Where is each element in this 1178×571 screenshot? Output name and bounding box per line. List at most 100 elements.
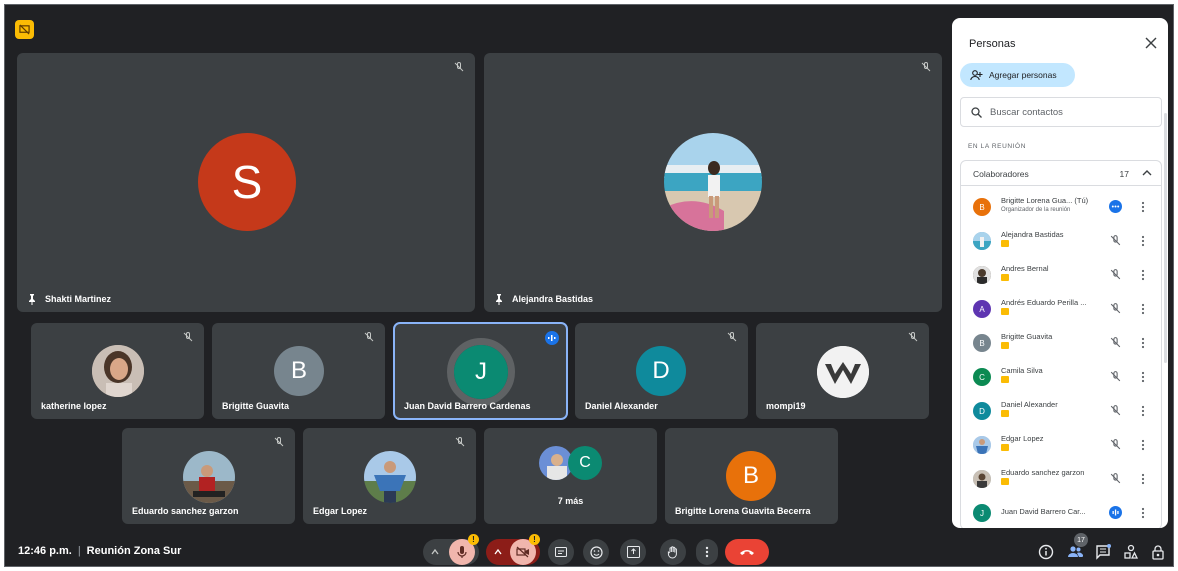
meeting-info: 12:46 p.m. | Reunión Zona Sur	[18, 545, 182, 557]
mic-off-icon	[727, 331, 737, 342]
more-vert-icon[interactable]	[1141, 405, 1145, 417]
emoji-button[interactable]	[583, 539, 609, 565]
info-icon[interactable]	[1038, 544, 1054, 560]
participant-tile[interactable]: katherine lopez	[31, 323, 204, 419]
participant-row[interactable]: D Daniel Alexander	[961, 395, 1161, 429]
more-options-button[interactable]	[696, 539, 718, 565]
section-label: EN LA REUNIÓN	[968, 143, 1027, 150]
mic-off-icon	[454, 61, 464, 72]
participant-name: Shakti Martinez	[45, 294, 112, 304]
more-vert-icon[interactable]	[1141, 473, 1145, 485]
mic-off-icon	[1110, 235, 1121, 246]
mic-off-icon	[908, 331, 918, 342]
mic-off-icon	[364, 331, 374, 342]
mic-control-group: !	[423, 534, 479, 565]
participant-row[interactable]: J Juan David Barrero Car...	[961, 497, 1161, 528]
search-icon	[971, 106, 982, 118]
participant-row-name: Daniel Alexander	[1001, 400, 1058, 409]
participant-row[interactable]: Andres Bernal	[961, 259, 1161, 293]
participant-tile-speaking[interactable]: J Juan David Barrero Cardenas	[393, 322, 568, 420]
more-vert-icon[interactable]	[1141, 269, 1145, 281]
more-horiz-icon[interactable]	[1109, 200, 1122, 213]
mic-off-icon	[1110, 337, 1121, 348]
camera-control-group: !	[486, 534, 540, 565]
participant-row[interactable]: B Brigitte Lorena Gua... (Tú) Organizado…	[961, 191, 1161, 225]
more-participants-tile[interactable]: C 7 más	[484, 428, 657, 524]
participant-tile[interactable]: D Daniel Alexander	[575, 323, 748, 419]
mic-off-icon	[1110, 439, 1121, 450]
participant-row[interactable]: B Brigitte Guavita	[961, 327, 1161, 361]
raise-hand-button[interactable]	[660, 539, 686, 565]
participant-name: Juan David Barrero Cardenas	[404, 401, 531, 411]
participant-row[interactable]: C Camila Silva	[961, 361, 1161, 395]
mic-off-icon	[1110, 269, 1121, 280]
participant-tile[interactable]: mompi19	[756, 323, 929, 419]
add-people-button[interactable]: Agregar personas	[960, 63, 1075, 87]
chevron-up-icon[interactable]	[431, 548, 439, 556]
camera-button[interactable]: !	[510, 534, 540, 565]
participant-tile-main-2[interactable]: Alejandra Bastidas	[484, 53, 942, 312]
present-button[interactable]	[620, 539, 646, 565]
mic-off-icon	[1110, 405, 1121, 416]
add-person-icon	[970, 69, 983, 80]
more-vert-icon[interactable]	[1141, 303, 1145, 315]
more-vert-icon[interactable]	[1141, 235, 1145, 247]
host-controls-icon[interactable]	[1150, 544, 1166, 560]
presenting-tag-icon	[1001, 274, 1009, 281]
mic-button[interactable]: !	[449, 534, 479, 565]
mic-off-icon	[274, 436, 284, 447]
participant-row-name: Eduardo sanchez garzon	[1001, 468, 1085, 477]
group-count: 17	[1119, 169, 1129, 179]
participant-row-name: Andres Bernal	[1001, 264, 1049, 273]
participant-tile[interactable]: B Brigitte Lorena Guavita Becerra	[665, 428, 838, 524]
avatar-photo	[973, 232, 991, 250]
more-vert-icon[interactable]	[1141, 439, 1145, 451]
more-vert-icon[interactable]	[1141, 337, 1145, 349]
participant-name: mompi19	[766, 401, 806, 411]
participant-row[interactable]: Alejandra Bastidas	[961, 225, 1161, 259]
chevron-up-icon[interactable]	[1142, 168, 1152, 178]
end-call-button[interactable]	[725, 539, 769, 565]
close-icon[interactable]	[1144, 36, 1158, 50]
participant-row[interactable]: Eduardo sanchez garzon	[961, 463, 1161, 497]
participant-row[interactable]: Edgar Lopez	[961, 429, 1161, 463]
avatar-photo	[364, 451, 416, 503]
group-label: Colaboradores	[973, 169, 1029, 179]
mic-off-icon	[1110, 303, 1121, 314]
more-vert-icon[interactable]	[1141, 371, 1145, 383]
captions-icon	[555, 547, 567, 557]
presenting-tag-icon	[1001, 444, 1009, 451]
participant-row-name: Andrés Eduardo Perilla ...	[1001, 298, 1087, 307]
participant-tile-main-1[interactable]: S Shakti Martinez	[17, 53, 475, 312]
presenting-icon[interactable]	[15, 20, 34, 39]
warning-badge: !	[529, 534, 540, 545]
meeting-time: 12:46 p.m.	[18, 545, 72, 557]
chat-icon[interactable]	[1095, 544, 1111, 560]
people-panel: Personas Agregar personas Buscar contact…	[952, 18, 1168, 528]
captions-button[interactable]	[548, 539, 574, 565]
meet-window: S Shakti Martinez Alejandra Bastidas kat…	[4, 4, 1174, 567]
search-contacts-field[interactable]: Buscar contactos	[960, 97, 1162, 127]
pin-icon	[496, 294, 502, 305]
more-vert-icon[interactable]	[1141, 201, 1145, 213]
add-people-label: Agregar personas	[989, 70, 1057, 80]
participant-tile[interactable]: Eduardo sanchez garzon	[122, 428, 295, 524]
mic-off-icon	[1110, 473, 1121, 484]
avatar-photo	[973, 436, 991, 454]
panel-scrollbar[interactable]	[1164, 113, 1167, 363]
collaborators-header[interactable]: Colaboradores 17	[961, 161, 1161, 186]
search-placeholder: Buscar contactos	[990, 106, 1063, 118]
participant-name: katherine lopez	[41, 401, 107, 411]
participant-tile[interactable]: B Brigitte Guavita	[212, 323, 385, 419]
participant-row-role: Organizador de la reunión	[1001, 207, 1071, 213]
activities-icon[interactable]	[1123, 544, 1139, 560]
avatar: B	[274, 346, 324, 396]
participant-tile[interactable]: Edgar Lopez	[303, 428, 476, 524]
participant-name: Alejandra Bastidas	[512, 294, 594, 304]
participant-row[interactable]: A Andrés Eduardo Perilla ...	[961, 293, 1161, 327]
chevron-up-icon[interactable]	[494, 548, 502, 556]
more-vert-icon[interactable]	[1141, 507, 1145, 519]
warning-badge: !	[468, 534, 479, 545]
avatar: C	[568, 446, 602, 480]
avatar-photo	[817, 346, 869, 398]
